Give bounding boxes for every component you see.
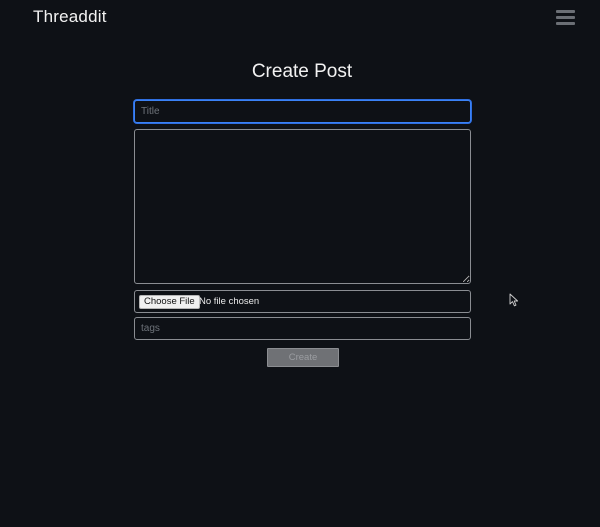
file-status-text: No file chosen bbox=[199, 296, 260, 307]
create-button[interactable]: Create bbox=[267, 348, 339, 367]
file-upload-field[interactable]: Choose File No file chosen bbox=[134, 290, 471, 313]
post-title-input[interactable] bbox=[134, 100, 471, 123]
tags-input[interactable] bbox=[134, 317, 471, 340]
app-title[interactable]: Threaddit bbox=[33, 7, 107, 27]
menu-bar bbox=[556, 10, 575, 13]
menu-bar bbox=[556, 22, 575, 25]
page-title: Create Post bbox=[251, 61, 353, 82]
choose-file-button[interactable]: Choose File bbox=[139, 295, 200, 309]
mouse-cursor-icon bbox=[509, 293, 519, 307]
page: Threaddit Create Post Choose File No fil… bbox=[0, 0, 600, 527]
menu-bar bbox=[556, 16, 575, 19]
post-body-textarea[interactable] bbox=[134, 129, 471, 284]
hamburger-menu-icon[interactable] bbox=[556, 10, 575, 25]
